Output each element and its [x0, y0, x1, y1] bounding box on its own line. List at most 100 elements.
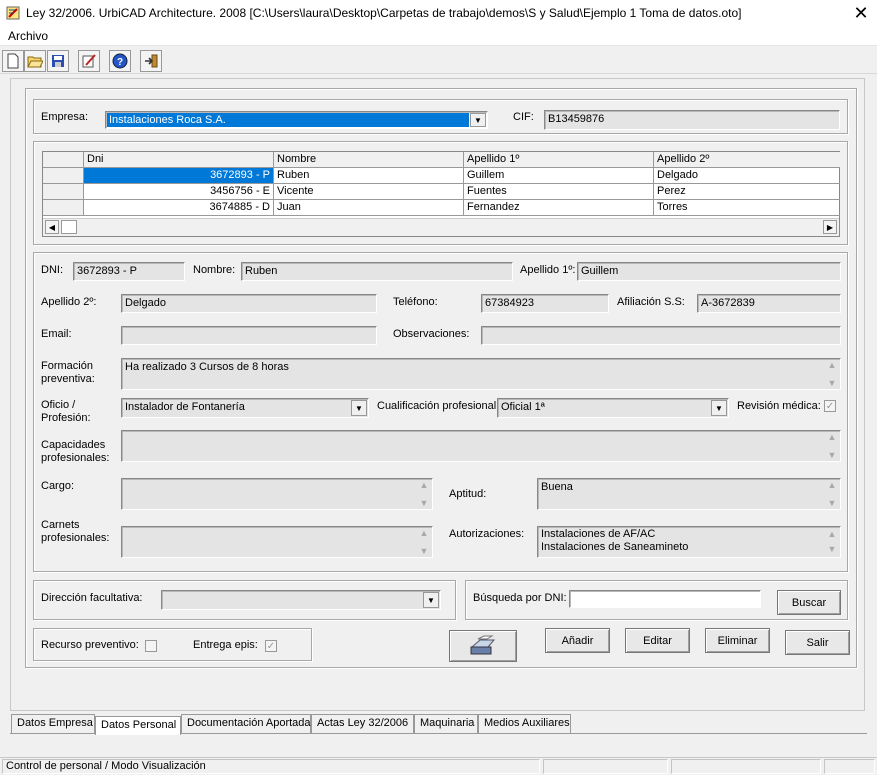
- vertical-scrollbar[interactable]: ▲ ▼: [825, 432, 839, 460]
- cif-field[interactable]: B13459876: [544, 110, 840, 130]
- cargo-textarea[interactable]: ▲ ▼: [121, 478, 433, 510]
- oficio-label: Profesión:: [41, 412, 91, 424]
- table-cell[interactable]: Delgado: [654, 168, 840, 184]
- eliminar-button[interactable]: Eliminar: [705, 628, 770, 653]
- toolbar: [0, 46, 877, 74]
- chevron-down-icon[interactable]: ▼: [351, 400, 367, 416]
- status-mode: Control de personal / Modo Visualización: [2, 759, 540, 774]
- save-icon[interactable]: [47, 50, 69, 72]
- chevron-down-icon[interactable]: ▼: [711, 400, 727, 416]
- table-cell[interactable]: Torres: [654, 200, 840, 216]
- scroll-right-icon[interactable]: ▶: [823, 220, 837, 234]
- email-label: Email:: [41, 328, 72, 340]
- capacidades-textarea[interactable]: ▲ ▼: [121, 430, 841, 462]
- scroll-down-icon: ▼: [827, 498, 837, 508]
- column-header[interactable]: Apellido 2º: [654, 152, 840, 168]
- print-button[interactable]: [449, 630, 517, 662]
- vertical-scrollbar[interactable]: ▲ ▼: [417, 528, 431, 556]
- row-header[interactable]: [43, 168, 84, 184]
- email-field[interactable]: [121, 326, 377, 345]
- afiliacion-field[interactable]: A-3672839: [697, 294, 841, 313]
- row-header[interactable]: [43, 200, 84, 216]
- grid-horizontal-scrollbar[interactable]: ◀ ▶: [43, 218, 839, 236]
- table-cell[interactable]: 3674885 - D: [84, 200, 274, 216]
- table-cell[interactable]: Fuentes: [464, 184, 654, 200]
- tab-datos-empresa[interactable]: Datos Empresa: [11, 714, 95, 733]
- new-icon[interactable]: [2, 50, 24, 72]
- vertical-scrollbar[interactable]: ▲ ▼: [825, 528, 839, 556]
- tab-documentacion[interactable]: Documentación Aportada: [181, 714, 311, 733]
- revision-checkbox[interactable]: ✓: [824, 400, 836, 412]
- oficio-combo[interactable]: Instalador de Fontanería ▼: [121, 398, 369, 418]
- row-header[interactable]: [43, 184, 84, 200]
- vertical-scrollbar[interactable]: ▲ ▼: [825, 480, 839, 508]
- aptitud-text: Buena: [541, 481, 573, 493]
- tab-maquinaria[interactable]: Maquinaria: [414, 714, 478, 733]
- cif-label: CIF:: [513, 111, 534, 123]
- printer-icon: [470, 635, 496, 655]
- telefono-field[interactable]: 67384923: [481, 294, 609, 313]
- telefono-label: Teléfono:: [393, 296, 438, 308]
- close-icon[interactable]: ✕: [846, 2, 876, 26]
- table-cell[interactable]: 3672893 - P: [84, 168, 274, 184]
- aptitud-textarea[interactable]: Buena ▲ ▼: [537, 478, 841, 510]
- table-cell[interactable]: Vicente: [274, 184, 464, 200]
- exit-icon[interactable]: [140, 50, 162, 72]
- tab-actas[interactable]: Actas Ley 32/2006: [311, 714, 414, 733]
- apellido2-field[interactable]: Delgado: [121, 294, 377, 313]
- chevron-down-icon[interactable]: ▼: [470, 113, 486, 127]
- column-header[interactable]: Apellido 1º: [464, 152, 654, 168]
- formacion-label: Formación: [41, 360, 93, 372]
- direccion-combo[interactable]: ▼: [161, 590, 441, 610]
- table-cell[interactable]: Guillem: [464, 168, 654, 184]
- revision-label: Revisión médica:: [737, 400, 821, 412]
- buscar-button[interactable]: Buscar: [777, 590, 841, 615]
- recurso-checkbox[interactable]: [145, 640, 157, 652]
- table-cell[interactable]: 3456756 - E: [84, 184, 274, 200]
- epis-label: Entrega epis:: [193, 639, 258, 651]
- edit-icon[interactable]: [78, 50, 100, 72]
- column-header[interactable]: Nombre: [274, 152, 464, 168]
- tab-datos-personal[interactable]: Datos Personal: [95, 716, 181, 735]
- scroll-up-icon: ▲: [419, 528, 429, 538]
- afiliacion-label: Afiliación S.S:: [617, 296, 685, 308]
- apellido1-field[interactable]: Guillem: [577, 262, 841, 281]
- formacion-text: Ha realizado 3 Cursos de 8 horas: [125, 361, 289, 373]
- scroll-down-icon: ▼: [827, 544, 837, 554]
- table-cell[interactable]: Ruben: [274, 168, 464, 184]
- personal-grid[interactable]: Dni Nombre Apellido 1º Apellido 2º 36728…: [42, 151, 840, 237]
- scroll-thumb[interactable]: [61, 220, 77, 234]
- formacion-textarea[interactable]: Ha realizado 3 Cursos de 8 horas ▲ ▼: [121, 358, 841, 390]
- menu-archivo[interactable]: Archivo: [8, 29, 48, 43]
- observaciones-field[interactable]: [481, 326, 841, 345]
- busqueda-label: Búsqueda por DNI:: [473, 592, 567, 604]
- column-header[interactable]: Dni: [84, 152, 274, 168]
- scroll-up-icon: ▲: [827, 360, 837, 370]
- dni-field[interactable]: 3672893 - P: [73, 262, 185, 281]
- vertical-scrollbar[interactable]: ▲ ▼: [825, 360, 839, 388]
- table-cell[interactable]: Juan: [274, 200, 464, 216]
- aptitud-label: Aptitud:: [449, 488, 487, 500]
- anadir-button[interactable]: Añadir: [545, 628, 610, 653]
- epis-checkbox[interactable]: ✓: [265, 640, 277, 652]
- tab-medios-auxiliares[interactable]: Medios Auxiliares: [478, 714, 571, 733]
- editar-button[interactable]: Editar: [625, 628, 690, 653]
- scroll-up-icon: ▲: [827, 480, 837, 490]
- vertical-scrollbar[interactable]: ▲ ▼: [417, 480, 431, 508]
- cualificacion-combo[interactable]: Oficial 1ª ▼: [497, 398, 729, 418]
- table-cell[interactable]: Fernandez: [464, 200, 654, 216]
- carnets-textarea[interactable]: ▲ ▼: [121, 526, 433, 558]
- scroll-up-icon: ▲: [827, 529, 837, 539]
- scroll-up-icon: ▲: [827, 432, 837, 442]
- chevron-down-icon[interactable]: ▼: [423, 592, 439, 608]
- oficio-value: Instalador de Fontanería: [125, 401, 245, 413]
- open-folder-icon[interactable]: [24, 50, 46, 72]
- help-icon[interactable]: ?: [109, 50, 131, 72]
- busqueda-input[interactable]: [569, 590, 761, 608]
- nombre-field[interactable]: Ruben: [241, 262, 513, 281]
- table-cell[interactable]: Perez: [654, 184, 840, 200]
- scroll-left-icon[interactable]: ◀: [45, 220, 59, 234]
- autorizaciones-textarea[interactable]: Instalaciones de AF/AC Instalaciones de …: [537, 526, 841, 558]
- empresa-combo[interactable]: Instalaciones Roca S.A. ▼: [105, 111, 488, 129]
- salir-button[interactable]: Salir: [785, 630, 850, 655]
